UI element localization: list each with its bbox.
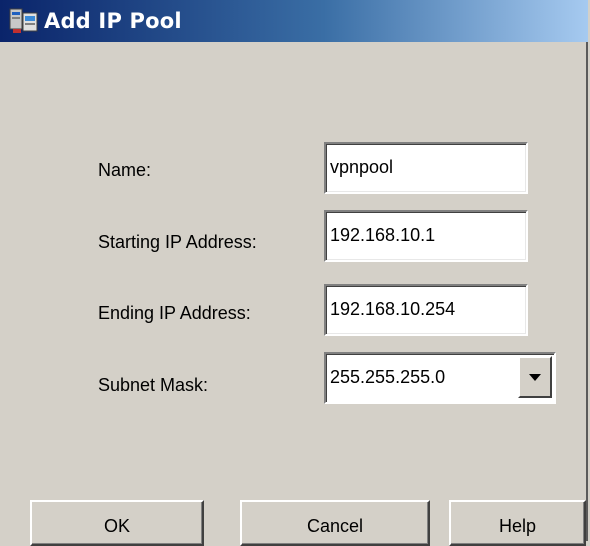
ending-ip-label: Ending IP Address: (98, 303, 251, 323)
starting-ip-field-box (324, 210, 528, 262)
dropdown-arrow-button[interactable] (518, 356, 552, 398)
ip-pool-icon (8, 6, 40, 36)
help-button[interactable]: Help (449, 500, 586, 546)
cancel-button[interactable]: Cancel (240, 500, 430, 546)
starting-ip-input[interactable] (326, 212, 520, 258)
add-ip-pool-dialog: Add IP Pool Name: Starting IP Address: E… (0, 0, 588, 546)
dialog-title: Add IP Pool (44, 9, 182, 33)
subnet-mask-select[interactable]: 255.255.255.0 (324, 352, 556, 404)
name-input[interactable] (326, 144, 520, 190)
subnet-mask-value: 255.255.255.0 (330, 367, 446, 387)
chevron-down-icon (529, 373, 541, 381)
starting-ip-label: Starting IP Address: (98, 232, 257, 252)
subnet-mask-label: Subnet Mask: (98, 375, 209, 395)
ending-ip-input[interactable] (326, 286, 520, 332)
name-label: Name: (98, 160, 152, 180)
title-bar[interactable]: Add IP Pool (0, 0, 588, 42)
ok-button[interactable]: OK (30, 500, 204, 546)
ending-ip-field-box (324, 284, 528, 336)
name-field-box (324, 142, 528, 194)
